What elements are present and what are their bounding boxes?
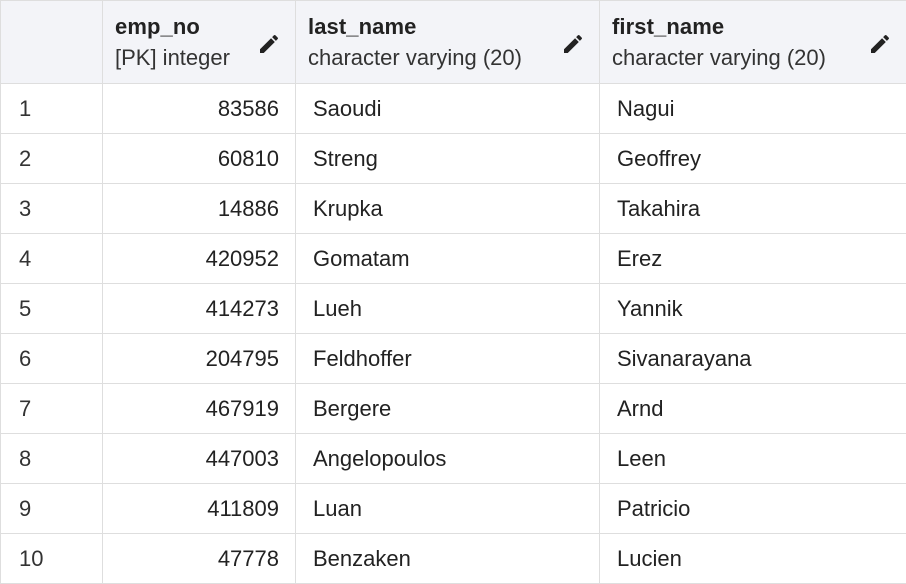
cell-first-name[interactable]: Lucien — [600, 534, 906, 584]
column-header-first-name[interactable]: first_name character varying (20) — [600, 1, 906, 84]
cell-first-name[interactable]: Yannik — [600, 284, 906, 334]
cell-emp-no[interactable]: 467919 — [103, 384, 296, 434]
row-number[interactable]: 7 — [1, 384, 103, 434]
cell-last-name[interactable]: Krupka — [296, 184, 600, 234]
cell-emp-no[interactable]: 47778 — [103, 534, 296, 584]
row-number[interactable]: 8 — [1, 434, 103, 484]
row-number[interactable]: 4 — [1, 234, 103, 284]
cell-last-name[interactable]: Feldhoffer — [296, 334, 600, 384]
cell-first-name[interactable]: Nagui — [600, 84, 906, 134]
table-row[interactable]: 9 411809 Luan Patricio — [1, 484, 906, 534]
results-grid: emp_no [PK] integer last_name character … — [0, 0, 906, 584]
pencil-icon[interactable] — [257, 32, 281, 56]
row-number[interactable]: 10 — [1, 534, 103, 584]
table-row[interactable]: 7 467919 Bergere Arnd — [1, 384, 906, 434]
table-row[interactable]: 1 83586 Saoudi Nagui — [1, 84, 906, 134]
cell-emp-no[interactable]: 204795 — [103, 334, 296, 384]
cell-last-name[interactable]: Gomatam — [296, 234, 600, 284]
cell-emp-no[interactable]: 420952 — [103, 234, 296, 284]
table-row[interactable]: 10 47778 Benzaken Lucien — [1, 534, 906, 584]
column-type: character varying (20) — [612, 45, 826, 71]
column-name: emp_no — [115, 14, 200, 40]
column-name: last_name — [308, 14, 417, 40]
cell-first-name[interactable]: Takahira — [600, 184, 906, 234]
row-number[interactable]: 3 — [1, 184, 103, 234]
cell-last-name[interactable]: Angelopoulos — [296, 434, 600, 484]
cell-last-name[interactable]: Bergere — [296, 384, 600, 434]
column-name: first_name — [612, 14, 724, 40]
cell-first-name[interactable]: Geoffrey — [600, 134, 906, 184]
cell-emp-no[interactable]: 447003 — [103, 434, 296, 484]
cell-first-name[interactable]: Arnd — [600, 384, 906, 434]
cell-emp-no[interactable]: 83586 — [103, 84, 296, 134]
select-all-corner[interactable] — [1, 1, 103, 84]
column-header-last-name[interactable]: last_name character varying (20) — [296, 1, 600, 84]
header-row: emp_no [PK] integer last_name character … — [1, 1, 906, 84]
table-row[interactable]: 5 414273 Lueh Yannik — [1, 284, 906, 334]
cell-last-name[interactable]: Lueh — [296, 284, 600, 334]
cell-first-name[interactable]: Patricio — [600, 484, 906, 534]
cell-last-name[interactable]: Luan — [296, 484, 600, 534]
row-number[interactable]: 1 — [1, 84, 103, 134]
pencil-icon[interactable] — [868, 32, 892, 56]
row-number[interactable]: 5 — [1, 284, 103, 334]
table-row[interactable]: 6 204795 Feldhoffer Sivanarayana — [1, 334, 906, 384]
column-header-emp-no[interactable]: emp_no [PK] integer — [103, 1, 296, 84]
cell-emp-no[interactable]: 411809 — [103, 484, 296, 534]
cell-last-name[interactable]: Streng — [296, 134, 600, 184]
cell-first-name[interactable]: Erez — [600, 234, 906, 284]
column-type: character varying (20) — [308, 45, 522, 71]
cell-emp-no[interactable]: 414273 — [103, 284, 296, 334]
cell-last-name[interactable]: Benzaken — [296, 534, 600, 584]
table-row[interactable]: 8 447003 Angelopoulos Leen — [1, 434, 906, 484]
cell-last-name[interactable]: Saoudi — [296, 84, 600, 134]
row-number[interactable]: 6 — [1, 334, 103, 384]
column-type: [PK] integer — [115, 45, 230, 71]
table-row[interactable]: 2 60810 Streng Geoffrey — [1, 134, 906, 184]
pencil-icon[interactable] — [561, 32, 585, 56]
cell-first-name[interactable]: Leen — [600, 434, 906, 484]
cell-emp-no[interactable]: 14886 — [103, 184, 296, 234]
cell-first-name[interactable]: Sivanarayana — [600, 334, 906, 384]
table-row[interactable]: 3 14886 Krupka Takahira — [1, 184, 906, 234]
row-number[interactable]: 2 — [1, 134, 103, 184]
table-row[interactable]: 4 420952 Gomatam Erez — [1, 234, 906, 284]
cell-emp-no[interactable]: 60810 — [103, 134, 296, 184]
row-number[interactable]: 9 — [1, 484, 103, 534]
